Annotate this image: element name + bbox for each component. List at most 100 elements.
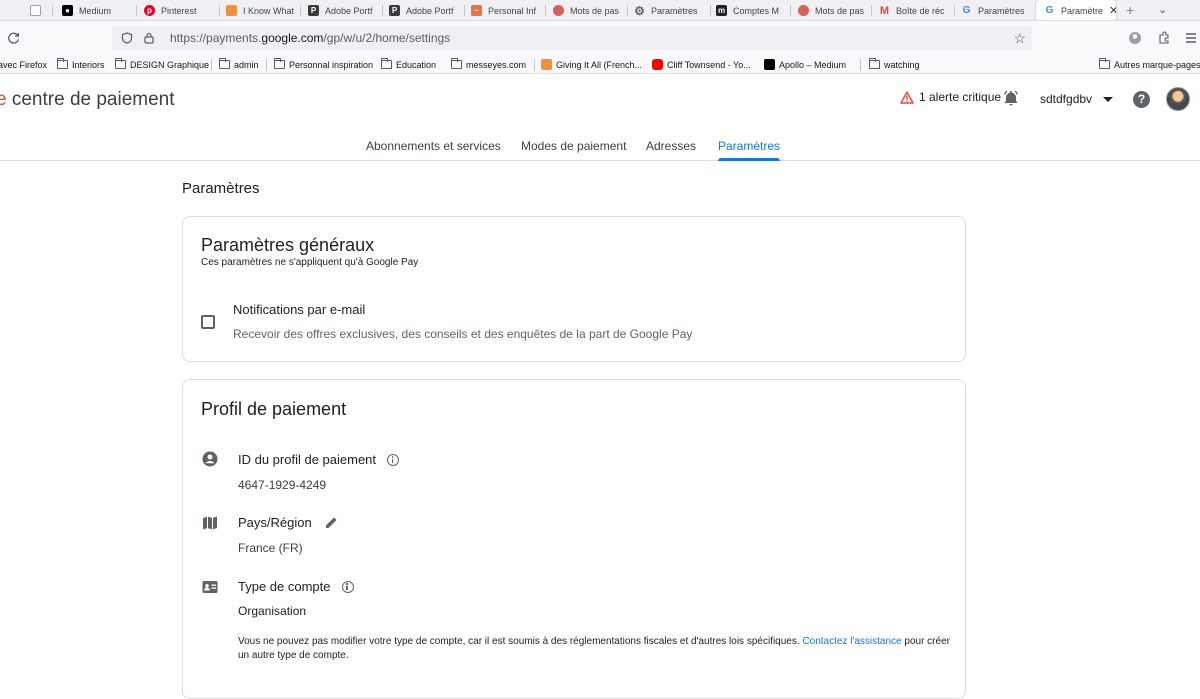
tab-mots-de-passe-2[interactable]: Mots de pas [798,0,868,20]
container-icon [30,5,41,16]
notifications-bell-icon[interactable] [1002,89,1020,107]
tab-adresses[interactable]: Adresses [646,139,696,153]
personal-info-icon: ~ [471,5,482,16]
bookmark-watching[interactable]: watching [869,55,920,74]
country-value: France (FR) [238,541,303,555]
medium-icon: ● [62,5,73,16]
bookmark-cliff-townsend[interactable]: Cliff Townsend - Yo... [652,55,751,74]
bookmark-label: avec Firefox [0,59,48,70]
info-icon[interactable] [387,453,400,466]
tab-comptes[interactable]: m Comptes M [716,0,788,20]
app-brand[interactable]: e centre de paiement [0,89,175,111]
tab-label: Adobe Portf [406,5,454,16]
close-tab-icon[interactable]: ✕ [1109,4,1116,17]
url-text: https://payments.google.com/gp/w/u/2/hom… [170,31,451,45]
pencil-icon[interactable] [324,515,339,530]
bookmark-label: watching [884,59,920,70]
tab-i-know-what[interactable]: I Know What [226,0,296,20]
bookmark-autres[interactable]: Autres marque-pages [1099,55,1200,74]
bookmark-giving-it-all[interactable]: Giving It All (French... [541,55,642,74]
tab-label: I Know What [243,5,295,16]
bookmark-label: Autres marque-pages [1114,59,1200,70]
tab-adobe-portfolio-1[interactable]: P Adobe Portf [308,0,380,20]
help-icon[interactable]: ? [1133,91,1150,108]
tab-label: Adobe Portf [325,5,373,16]
tab-personal-info[interactable]: ~ Personal Inf [471,0,543,20]
email-notifications-description: Recevoir des offres exclusives, des cons… [233,327,693,341]
tab-parametres-2[interactable]: G Paramètres [961,0,1033,20]
url-bar[interactable]: https://payments.google.com/gp/w/u/2/hom… [112,26,1032,50]
password-manager-icon [553,5,564,16]
music-icon [541,59,552,70]
bookmark-education[interactable]: Education [381,55,436,74]
tab-parametres[interactable]: Paramètres [718,139,781,161]
chevron-down-icon[interactable]: ⌄ [1158,0,1167,20]
bookmark-design-graphique[interactable]: DESIGN Graphique [115,55,209,74]
bookmark-personnal-inspiration[interactable]: Personnal inspiration [274,55,373,74]
reload-icon[interactable] [7,32,20,45]
tab-modes-de-paiement[interactable]: Modes de paiement [521,139,626,153]
country-label: Pays/Région [238,515,339,530]
google-icon: G [962,5,971,16]
menu-icon[interactable] [1184,31,1198,45]
tab-label: Pinterest [161,5,197,16]
account-type-label-text: Type de compte [238,579,331,594]
bookmark-firefox[interactable]: avec Firefox [0,55,47,74]
bookmark-messeyes[interactable]: messeyes.com [451,55,526,74]
folder-icon [57,58,68,69]
extensions-icon[interactable] [1157,31,1171,45]
info-icon[interactable] [341,580,354,593]
avatar[interactable] [1166,87,1190,111]
critical-alert[interactable]: 1 alerte critique [900,90,1001,104]
notice-text: Vous ne pouvez pas modifier votre type d… [238,636,803,647]
email-notifications-label: Notifications par e-mail [233,302,366,317]
bookmark-label: Personnal inspiration [289,59,374,70]
account-switcher[interactable]: sdtdfgdbv [1040,92,1092,106]
music-icon [226,5,237,16]
bookmark-admin[interactable]: admin [219,55,259,74]
adobe-portfolio-icon: P [389,5,400,16]
account-icon[interactable] [1128,31,1142,45]
folder-icon [869,58,880,69]
email-notifications-checkbox[interactable] [201,315,215,329]
tab-adobe-portfolio-2[interactable]: P Adobe Portf [389,0,461,20]
tab-parametres-active[interactable]: G Paramètre ✕ [1036,0,1116,20]
tab-label: Personal Inf [488,5,537,16]
contact-support-link[interactable]: Contactez l'assistance [802,636,901,647]
bookmark-apollo-medium[interactable]: Apollo – Medium [764,55,846,74]
folder-icon [274,58,285,69]
folder-icon [115,58,126,69]
bookmarks-bar: avec Firefox Interiors DESIGN Graphique … [0,55,1200,74]
tab-abonnements[interactable]: Abonnements et services [366,139,501,153]
shield-icon[interactable] [121,32,133,44]
folder-icon [381,58,392,69]
medium-icon [764,59,775,70]
dropdown-arrow-icon[interactable] [1103,97,1113,102]
gmail-icon: M [879,4,890,17]
tab-mots-de-passe-1[interactable]: Mots de pas [553,0,625,20]
pinterest-icon: p [144,5,155,16]
country-label-text: Pays/Région [238,515,312,530]
bookmark-interiors[interactable]: Interiors [57,55,105,74]
brand-letter: e [0,89,7,110]
tab-gmail[interactable]: M Boîte de réc [879,0,953,20]
bookmark-label: admin [234,59,259,70]
tab-label: Comptes M [733,5,780,16]
bookmark-label: Giving It All (French... [556,59,643,70]
browser-tab-strip: ● Medium p Pinterest I Know What P Adobe… [0,0,1200,21]
tab-pinterest[interactable]: p Pinterest [144,0,216,20]
google-icon: G [1045,5,1054,16]
tab-label: Paramètre [1061,5,1104,16]
payment-profile-title: Profil de paiement [201,399,347,419]
bookmark-star-icon[interactable]: ☆ [1013,30,1026,46]
tab-container-icon[interactable] [30,0,47,20]
badge-icon [202,581,218,593]
browser-toolbar: https://payments.google.com/gp/w/u/2/hom… [0,21,1200,55]
gear-icon: ⚙ [634,3,645,18]
warning-icon [900,90,914,104]
account-type-value: Organisation [238,604,307,618]
tab-parametres-1[interactable]: ⚙ Paramètres [634,0,708,20]
lock-icon[interactable] [143,32,155,44]
tab-medium[interactable]: ● Medium [62,0,134,20]
new-tab-icon[interactable]: + [1126,0,1134,20]
